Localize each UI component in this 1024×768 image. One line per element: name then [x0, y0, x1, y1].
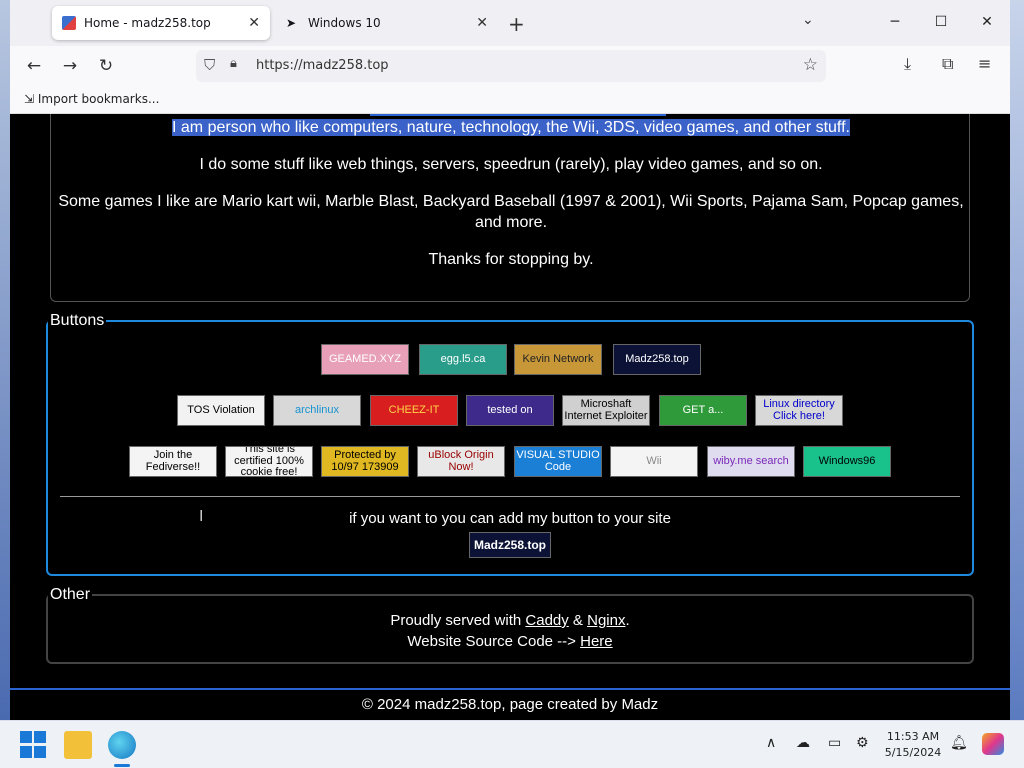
onedrive-cloud-icon[interactable]: ☁	[796, 735, 810, 751]
downloads-icon[interactable]: ⤓	[904, 54, 911, 74]
badge-linux-directory[interactable]: Linux directory Click here!	[755, 395, 843, 426]
browser-window: Home - madz258.top ✕ ➤ Windows 10 ✕ + ⌄ …	[10, 0, 1010, 720]
badge-windows96[interactable]: Windows96	[803, 446, 891, 477]
start-windows-icon[interactable]	[20, 731, 48, 759]
import-bookmarks-button[interactable]: ⇲ Import bookmarks...	[24, 92, 159, 106]
amp-text: &	[568, 612, 588, 629]
web-page: I am person who like computers, nature, …	[10, 114, 1010, 720]
shield-icon[interactable]: ⛉	[204, 56, 215, 74]
back-arrow-icon[interactable]: ←	[22, 54, 46, 78]
games-paragraph-line2: and more.	[474, 214, 548, 231]
badge-kevin-network[interactable]: Kevin Network	[514, 344, 602, 375]
clock-time: 11:53 AM	[886, 730, 940, 743]
navigation-toolbar: ← → ↻ ⛉ 🔒︎ https://madz258.top ☆ ⤓ ⧉ ≡	[10, 46, 1010, 86]
bookmarks-toolbar: ⇲ Import bookmarks...	[10, 86, 1010, 114]
close-window-icon[interactable]: ✕	[964, 0, 1010, 46]
badge-wii[interactable]: Wii	[610, 446, 698, 477]
tab-home[interactable]: Home - madz258.top ✕	[52, 6, 270, 40]
badge-wiby[interactable]: wiby.me search	[707, 446, 795, 477]
tab-windows10[interactable]: ➤ Windows 10 ✕	[276, 6, 498, 40]
badge-internet-exploiter[interactable]: Microshaft Internet Exploiter	[562, 395, 650, 426]
window-controls: ─ ☐ ✕	[872, 0, 1010, 46]
close-tab-icon[interactable]: ✕	[248, 15, 260, 31]
settings-gear-icon[interactable]: ⚙	[856, 735, 869, 751]
taskbar: ∧ ☁ ▭ ⚙ 11:53 AM 5/15/2024 🔔︎	[0, 720, 1024, 768]
file-explorer-icon[interactable]	[64, 731, 92, 759]
maximize-icon[interactable]: ☐	[918, 0, 964, 46]
text-cursor-icon: I	[199, 508, 204, 525]
source-here-link[interactable]: Here	[580, 633, 613, 650]
add-button-text: if you want to you can add my button to …	[349, 510, 671, 527]
close-tab-icon[interactable]: ✕	[476, 15, 488, 31]
badge-cheezit[interactable]: CHEEZ-IT	[370, 395, 458, 426]
buttons-legend: Buttons	[50, 312, 105, 329]
source-prefix: Website Source Code -->	[407, 633, 581, 650]
notification-bell-icon[interactable]: 🔔︎	[950, 735, 968, 751]
served-line: Proudly served with Caddy & Nginx.	[10, 612, 1010, 629]
tab-strip: Home - madz258.top ✕ ➤ Windows 10 ✕ + ⌄ …	[10, 0, 1010, 46]
badge-tos-violation[interactable]: TOS Violation	[177, 395, 265, 426]
show-hidden-icons-chevron-icon[interactable]: ∧	[766, 735, 776, 751]
tab-title: Windows 10	[308, 16, 381, 30]
lock-icon[interactable]: 🔒︎	[230, 56, 237, 71]
badge-egg[interactable]: egg.l5.ca	[419, 344, 507, 375]
badge-geamed[interactable]: GEAMED.XYZ	[321, 344, 409, 375]
copilot-icon[interactable]	[982, 733, 1004, 755]
badge-madz258[interactable]: Madz258.top	[613, 344, 701, 375]
system-clock[interactable]: 11:53 AM 5/15/2024	[880, 729, 946, 761]
site-favicon-icon	[62, 16, 76, 30]
period-text: .	[625, 612, 630, 629]
active-app-indicator	[114, 764, 130, 767]
new-tab-button[interactable]: +	[508, 12, 525, 36]
menu-icon[interactable]: ≡	[978, 54, 991, 73]
reload-icon[interactable]: ↻	[94, 54, 118, 78]
buttons-divider	[60, 496, 960, 497]
thanks-paragraph: Thanks for stopping by.	[428, 251, 594, 268]
about-section: I am person who like computers, nature, …	[50, 114, 970, 302]
nginx-link[interactable]: Nginx	[587, 612, 625, 629]
games-paragraph-line1: Some games I like are Mario kart wii, Ma…	[58, 193, 964, 210]
badge-vscode[interactable]: VISUAL STUDIO Code	[514, 446, 602, 477]
badge-get-a[interactable]: GET a...	[659, 395, 747, 426]
page-footer: © 2024 madz258.top, page created by Madz	[10, 688, 1010, 720]
address-bar[interactable]: ⛉ 🔒︎ https://madz258.top ☆	[196, 50, 826, 82]
browser-taskbar-icon[interactable]	[108, 731, 136, 759]
badge-tested-on-firefox[interactable]: tested on	[466, 395, 554, 426]
intro-text: I am person who like computers, nature, …	[172, 119, 850, 136]
tab-title: Home - madz258.top	[84, 16, 211, 30]
stuff-paragraph: I do some stuff like web things, servers…	[199, 156, 823, 173]
url-text[interactable]: https://madz258.top	[256, 58, 389, 73]
badge-protected-by[interactable]: Protected by 10/97 173909	[321, 446, 409, 477]
list-tabs-chevron-icon[interactable]: ⌄	[802, 12, 814, 28]
extensions-icon[interactable]: ⧉	[942, 54, 953, 74]
cursor-arrow-icon: ➤	[286, 16, 297, 30]
badge-ublock-origin[interactable]: uBlock Origin Now!	[417, 446, 505, 477]
bookmark-star-icon[interactable]: ☆	[803, 55, 818, 75]
caddy-link[interactable]: Caddy	[525, 612, 568, 629]
badge-cookie-free[interactable]: This site is certified 100% cookie free!	[225, 446, 313, 477]
badge-archlinux[interactable]: archlinux	[273, 395, 361, 426]
forward-arrow-icon[interactable]: →	[58, 54, 82, 78]
desktop-wallpaper-right	[1010, 0, 1024, 720]
import-bookmarks-label: Import bookmarks...	[37, 92, 160, 106]
own-button-badge[interactable]: Madz258.top	[469, 532, 551, 558]
intro-paragraph: I am person who like computers, nature, …	[51, 119, 971, 137]
desktop-wallpaper-left	[0, 0, 10, 720]
other-legend: Other	[50, 586, 91, 603]
served-prefix: Proudly served with	[390, 612, 526, 629]
source-line: Website Source Code --> Here	[10, 633, 1010, 650]
network-icon[interactable]: ▭	[828, 735, 841, 751]
clock-date: 5/15/2024	[884, 746, 942, 759]
minimize-icon[interactable]: ─	[872, 0, 918, 46]
badge-fediverse[interactable]: Join the Fediverse!!	[129, 446, 217, 477]
